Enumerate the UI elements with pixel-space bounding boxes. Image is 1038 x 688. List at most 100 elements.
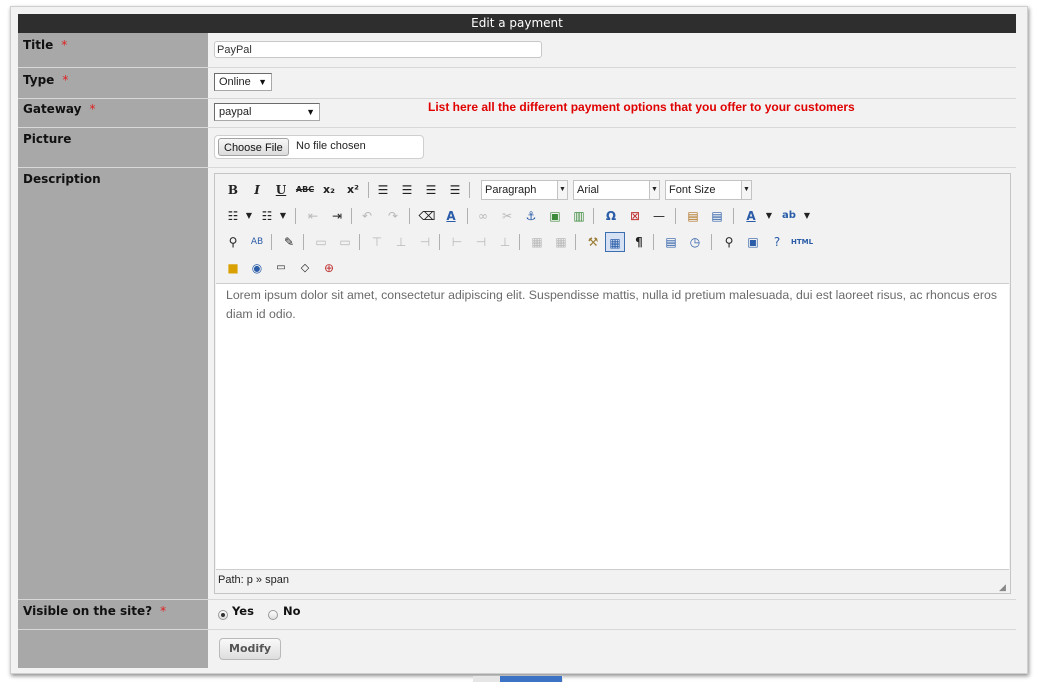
chevron-down-icon: ▼ [306,107,315,117]
anchor-icon[interactable]: ⚓ [521,206,541,226]
editor-content[interactable]: Lorem ipsum dolor sit amet, consectetur … [216,283,1009,570]
highlight-color-icon[interactable]: ab [779,206,799,226]
chevron-down-icon[interactable]: ▼ [273,206,293,226]
gateway-hint: List here all the different payment opti… [428,100,855,114]
code-icon[interactable]: ◇ [295,258,315,278]
actions-label-cell [18,630,208,668]
underline-icon[interactable]: U [271,180,291,200]
outdent-icon[interactable]: ⇤ [303,206,323,226]
visible-no-radio[interactable] [268,610,278,620]
type-select[interactable]: Online ▼ [214,73,272,91]
chevron-down-icon: ▼ [258,77,267,87]
chevron-down-icon: ▼ [649,181,659,199]
edit-icon[interactable]: ✎ [279,232,299,252]
description-label: Description [18,168,208,599]
format-select[interactable]: Paragraph ▼ [481,180,568,200]
chevron-down-icon[interactable]: ▼ [797,206,817,226]
delete-col-icon[interactable]: ⊥ [495,232,515,252]
help-icon[interactable]: ? [767,232,787,252]
chevron-down-icon[interactable]: ▼ [759,206,779,226]
modify-button[interactable]: Modify [219,638,282,660]
toolbar-row-3: ⚲ AB ✎ ▭ ▭ ⊤ ⊥ ⊣ ⊢ ⊣ ⊥ ▦ ▦ ⚒ ▦ ¶ ▤ ◷ ⚲ ▣… [223,232,1003,254]
type-label: Type * [18,68,208,98]
rich-text-editor: B I U ABC x₂ x² ☰ ☰ ☰ ☰ Paragraph ▼ Arial… [214,173,1011,594]
align-center-icon[interactable]: ☰ [397,180,417,200]
insert-row-before-icon[interactable]: ⊤ [367,232,387,252]
user-icon[interactable]: ◉ [247,258,267,278]
gateway-label: Gateway * [18,99,208,127]
cleanup-icon[interactable]: ⚒ [583,232,603,252]
insert-date-icon[interactable]: ▤ [661,232,681,252]
fullscreen-icon[interactable]: ▣ [743,232,763,252]
picture-label: Picture [18,128,208,167]
visible-label: Visible on the site? * [18,600,208,629]
required-marker: * [62,73,69,87]
italic-icon[interactable]: I [247,180,267,200]
scrollbar-thumb[interactable] [500,676,562,682]
horizontal-rule-icon[interactable]: — [649,206,669,226]
chevron-down-icon[interactable]: ▼ [239,206,259,226]
redo-icon[interactable]: ↷ [383,206,403,226]
paste-word-icon[interactable]: ▤ [707,206,727,226]
indent-icon[interactable]: ⇥ [327,206,347,226]
visual-aid-icon[interactable]: ▦ [605,232,625,252]
visible-cell [208,600,1016,629]
special-char-icon[interactable]: Ω [601,206,621,226]
superscript-icon[interactable]: x² [343,180,363,200]
font-size-select[interactable]: Font Size ▼ [665,180,752,200]
file-manager-icon[interactable]: ■ [223,258,243,278]
toolbar-row-4: ■ ◉ ▭ ◇ ⊕ [223,258,1003,280]
table-row-icon[interactable]: ▭ [311,232,331,252]
resize-grip-icon[interactable]: ◢ [999,582,1009,592]
align-left-icon[interactable]: ☰ [373,180,393,200]
paragraph-mark-icon[interactable]: ¶ [629,232,649,252]
text-color-icon[interactable]: A [741,206,761,226]
file-input[interactable]: Choose File No file chosen [214,135,424,159]
language-flag-icon[interactable]: ⊕ [319,258,339,278]
replace-icon[interactable]: AB [247,232,267,252]
paste-text-icon[interactable]: ▤ [683,206,703,226]
unlink-icon[interactable]: ✂ [497,206,517,226]
form-header: Edit a payment [18,14,1016,33]
split-cells-icon[interactable]: ▦ [527,232,547,252]
title-input[interactable]: PayPal [214,41,542,58]
align-justify-icon[interactable]: ☰ [445,180,465,200]
required-marker: * [61,38,68,52]
visible-yes-label[interactable]: Yes [232,604,254,618]
insert-col-before-icon[interactable]: ⊢ [447,232,467,252]
html-source-icon[interactable]: HTML [791,232,813,252]
link-icon[interactable]: ∞ [473,206,493,226]
element-path: Path: p » span [218,574,289,586]
image-icon[interactable]: ▣ [545,206,565,226]
visible-yes-radio[interactable] [218,610,228,620]
comment-icon[interactable]: ▭ [271,258,291,278]
delete-row-icon[interactable]: ⊣ [415,232,435,252]
chevron-down-icon: ▼ [557,181,567,199]
align-right-icon[interactable]: ☰ [421,180,441,200]
insert-time-icon[interactable]: ◷ [685,232,705,252]
media-icon[interactable]: ▥ [569,206,589,226]
choose-file-button[interactable]: Choose File [218,138,289,156]
insert-col-after-icon[interactable]: ⊣ [471,232,491,252]
preview-icon[interactable]: ⚲ [719,232,739,252]
toolbar-row-1: B I U ABC x₂ x² ☰ ☰ ☰ ☰ Paragraph ▼ Arial… [223,180,1003,202]
text-style-icon[interactable]: A [441,206,461,226]
merge-cells-icon[interactable]: ▦ [551,232,571,252]
undo-icon[interactable]: ↶ [357,206,377,226]
gateway-select[interactable]: paypal ▼ [214,103,320,121]
non-breaking-icon[interactable]: ⊠ [625,206,645,226]
eraser-icon[interactable]: ⌫ [417,206,437,226]
toolbar-row-2: ☷ ▼ ☷ ▼ ⇤ ⇥ ↶ ↷ ⌫ A ∞ ✂ ⚓ ▣ ▥ Ω ⊠ — ▤ ▤ … [223,206,1003,228]
actions-cell [208,630,1016,668]
subscript-icon[interactable]: x₂ [319,180,339,200]
strikethrough-icon[interactable]: ABC [295,180,315,200]
font-family-select[interactable]: Arial ▼ [573,180,660,200]
find-icon[interactable]: ⚲ [223,232,243,252]
bold-icon[interactable]: B [223,180,243,200]
visible-no-label[interactable]: No [283,604,301,618]
insert-row-after-icon[interactable]: ⊥ [391,232,411,252]
title-label: Title * [18,33,208,67]
required-marker: * [89,102,96,116]
table-cell-icon[interactable]: ▭ [335,232,355,252]
chevron-down-icon: ▼ [741,181,751,199]
